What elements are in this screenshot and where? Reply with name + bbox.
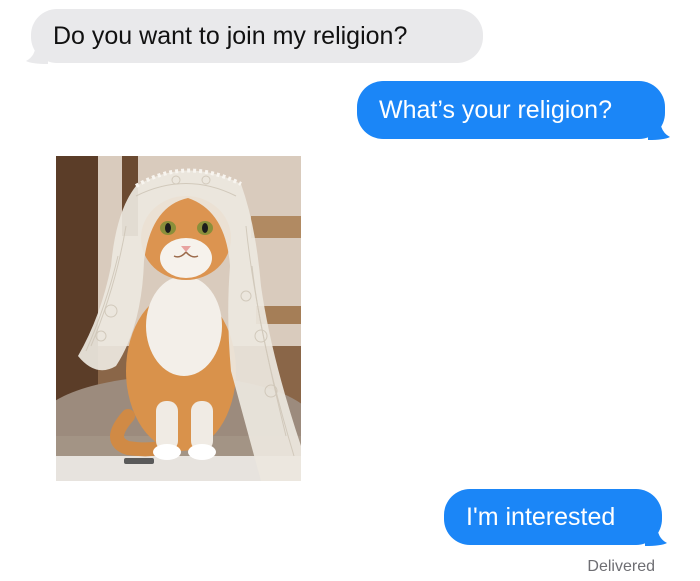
bubble-tail — [26, 42, 48, 64]
bubble-tail — [645, 524, 667, 546]
message-text: What’s your religion? — [379, 96, 612, 124]
delivery-status: Delivered — [587, 558, 655, 575]
cat-photo[interactable] — [56, 156, 301, 481]
sent-message-bubble[interactable]: What’s your religion? — [357, 81, 670, 140]
bubble-tail — [648, 118, 670, 140]
received-message-bubble[interactable]: Do you want to join my religion? — [26, 9, 483, 64]
message-text: I'm interested — [466, 503, 616, 531]
sent-message-bubble[interactable]: I'm interested — [444, 489, 667, 546]
message-thread: Do you want to join my religion? What’s … — [0, 0, 700, 581]
message-text: Do you want to join my religion? — [53, 22, 408, 50]
